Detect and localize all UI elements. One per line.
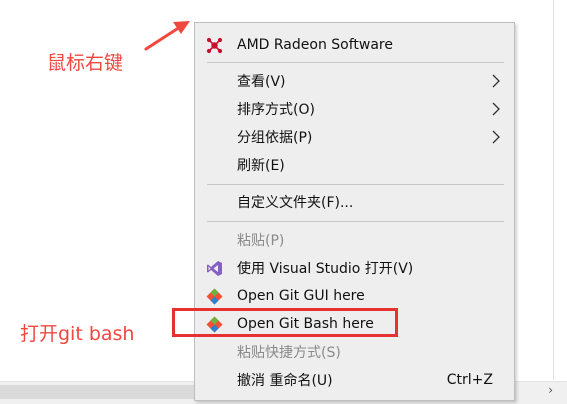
menu-item-label: Open Git GUI here — [237, 288, 365, 304]
menu-item-open-git-gui[interactable]: Open Git GUI here — [195, 283, 514, 309]
menu-item-label: 分组依据(P) — [237, 130, 313, 146]
menu-item-view[interactable]: 查看(V) — [195, 68, 514, 94]
annotation-arrow-icon — [144, 21, 190, 51]
window-edge — [553, 0, 554, 380]
menu-item-sort-by[interactable]: 排序方式(O) — [195, 96, 514, 122]
scroll-right-arrow-icon[interactable]: › — [548, 383, 553, 397]
context-menu: AMD Radeon Software 查看(V) 排序方式(O) 分组依据(P… — [194, 22, 515, 401]
menu-item-label: AMD Radeon Software — [237, 37, 393, 53]
menu-item-label: 自定义文件夹(F)... — [237, 195, 354, 211]
menu-separator — [207, 184, 504, 185]
chevron-right-icon — [492, 74, 500, 88]
menu-item-paste: 粘贴(P) — [195, 227, 514, 253]
menu-separator — [207, 221, 504, 222]
git-gui-icon — [206, 288, 223, 305]
menu-item-refresh[interactable]: 刷新(E) — [195, 152, 514, 178]
menu-item-label: 排序方式(O) — [237, 102, 315, 118]
menu-item-undo-rename[interactable]: 撤消 重命名(U) Ctrl+Z — [195, 367, 514, 393]
menu-item-label: 粘贴(P) — [237, 233, 285, 249]
menu-item-shortcut: Ctrl+Z — [446, 372, 493, 388]
scrollbar-thumb[interactable] — [0, 385, 198, 399]
chevron-right-icon — [492, 102, 500, 116]
menu-item-amd-radeon[interactable]: AMD Radeon Software — [195, 32, 514, 58]
menu-separator — [207, 62, 504, 63]
menu-item-group-by[interactable]: 分组依据(P) — [195, 124, 514, 150]
menu-item-label: 撤消 重命名(U) — [237, 373, 333, 389]
annotation-right-click: 鼠标右键 — [47, 52, 124, 74]
menu-item-customize-folder[interactable]: 自定义文件夹(F)... — [195, 189, 514, 215]
menu-item-paste-shortcut: 粘贴快捷方式(S) — [195, 339, 514, 365]
menu-item-label: 粘贴快捷方式(S) — [237, 345, 341, 361]
menu-item-label: 使用 Visual Studio 打开(V) — [237, 261, 414, 277]
chevron-right-icon — [492, 130, 500, 144]
visual-studio-icon — [207, 261, 222, 276]
menu-item-open-visual-studio[interactable]: 使用 Visual Studio 打开(V) — [195, 255, 514, 281]
highlight-box — [172, 308, 398, 337]
menu-item-label: 查看(V) — [237, 74, 286, 90]
amd-radeon-icon — [206, 37, 223, 54]
menu-item-label: 刷新(E) — [237, 158, 285, 174]
annotation-open-git-bash: 打开git bash — [20, 323, 135, 345]
